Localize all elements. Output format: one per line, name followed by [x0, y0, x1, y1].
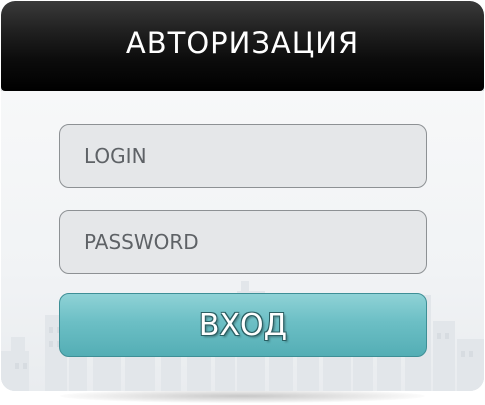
password-input[interactable]: [84, 230, 426, 254]
login-field[interactable]: [59, 124, 427, 188]
password-field[interactable]: [59, 210, 427, 274]
header-bar: АВТОРИЗАЦИЯ: [1, 1, 484, 91]
login-input[interactable]: [84, 144, 426, 168]
submit-button-label: ВХОД: [198, 307, 288, 343]
card-shadow: [60, 389, 425, 403]
submit-button[interactable]: ВХОД: [59, 293, 427, 357]
login-card: АВТОРИЗАЦИЯ ВХОД: [1, 1, 484, 391]
page-title: АВТОРИЗАЦИЯ: [125, 26, 360, 60]
